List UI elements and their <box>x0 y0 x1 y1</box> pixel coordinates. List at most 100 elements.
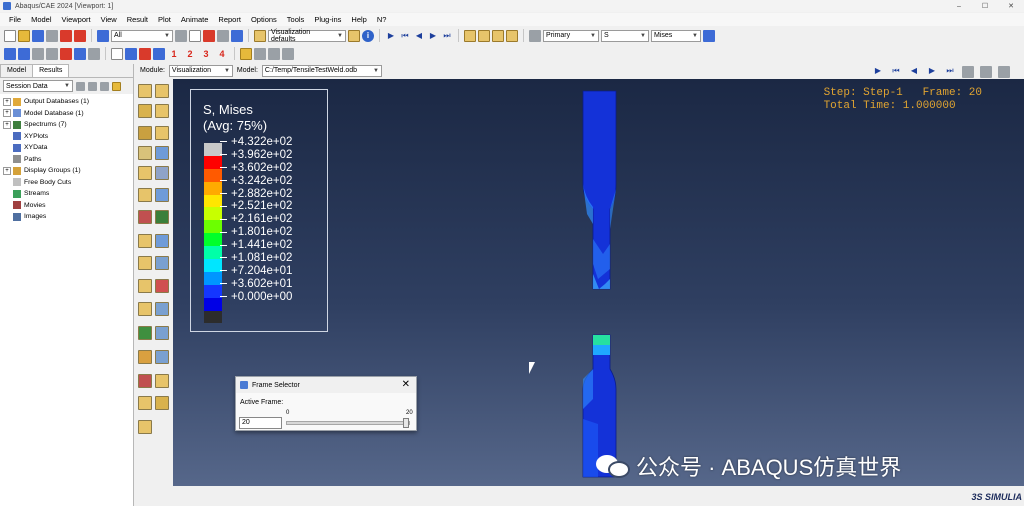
new-file-icon[interactable] <box>4 29 16 42</box>
menu-file[interactable]: File <box>4 15 26 24</box>
vp-next-frame-icon[interactable]: ▶ <box>926 66 938 78</box>
vp-play-icon[interactable]: ▶ <box>872 66 884 78</box>
menu-plugins[interactable]: Plug-ins <box>309 15 346 24</box>
menu-view[interactable]: View <box>96 15 122 24</box>
box-select-icon[interactable] <box>203 29 215 42</box>
view-defaults-combo[interactable]: Visualization defaults ▼ <box>268 29 346 43</box>
menu-result[interactable]: Result <box>122 15 153 24</box>
session-data-combo[interactable]: Session Data ▼ <box>3 80 73 92</box>
toolbox-tool-icon[interactable] <box>155 210 169 224</box>
expand-icon[interactable]: + <box>3 166 11 175</box>
csys-triad-icon[interactable] <box>125 47 137 60</box>
zoom-icon[interactable] <box>46 47 58 60</box>
tree-item[interactable]: Paths <box>0 154 133 166</box>
open-file-icon[interactable] <box>18 29 30 42</box>
toolbox-tool-icon[interactable] <box>155 396 169 410</box>
toolbox-tool-icon[interactable] <box>138 302 152 316</box>
active-frame-input[interactable]: 20 <box>239 417 282 429</box>
toolbox-tool-icon[interactable] <box>138 420 152 434</box>
toolbox-tool-icon[interactable] <box>155 234 169 248</box>
tab-model[interactable]: Model <box>0 64 34 77</box>
last-frame-icon[interactable]: ⏭ <box>441 31 453 41</box>
vp-first-frame-icon[interactable]: ⏮ <box>890 66 902 78</box>
toolbox-tool-icon[interactable] <box>138 126 152 140</box>
copy-icon[interactable] <box>189 29 201 42</box>
module-combo[interactable]: Visualization ▼ <box>168 64 233 77</box>
selection-filter-combo[interactable]: All ▼ <box>111 29 173 42</box>
toolbox-tool-icon[interactable] <box>155 279 169 293</box>
tree-item[interactable]: + Spectrums (7) <box>0 119 133 131</box>
cycle-views-icon[interactable] <box>88 47 100 60</box>
menu-model[interactable]: Model <box>26 15 56 24</box>
tab-results[interactable]: Results <box>32 64 70 77</box>
model-combo[interactable]: C:/Temp/TensileTestWeld.odb ▼ <box>261 64 382 77</box>
frame-slider[interactable] <box>286 418 410 428</box>
play-icon[interactable]: ▶ <box>385 31 397 40</box>
menu-plot[interactable]: Plot <box>153 15 176 24</box>
highlight-icon[interactable] <box>112 81 121 91</box>
menu-report[interactable]: Report <box>213 15 246 24</box>
close-icon[interactable]: ✕ <box>402 379 410 390</box>
box-zoom-icon[interactable] <box>60 47 72 60</box>
toolbox-tool-icon[interactable] <box>138 326 152 340</box>
whats-this-help-button[interactable]: N? <box>372 15 392 24</box>
expand-icon[interactable]: + <box>3 120 11 129</box>
toolbox-tool-icon[interactable] <box>155 104 169 118</box>
tree-item[interactable]: + Display Groups (1) <box>0 165 133 177</box>
minimize-button[interactable]: – <box>946 3 972 10</box>
rotate-icon[interactable] <box>18 47 30 60</box>
field-position-combo[interactable]: Primary ▼ <box>543 29 599 42</box>
refresh-icon[interactable] <box>703 29 715 42</box>
view-side-icon[interactable] <box>506 29 518 42</box>
vp-last-frame-icon[interactable]: ⏭ <box>944 66 956 78</box>
view-top-icon[interactable] <box>492 29 504 42</box>
frame-slider-thumb[interactable] <box>403 418 409 428</box>
render-icon[interactable] <box>139 47 151 60</box>
toolbox-tool-icon[interactable] <box>155 326 169 340</box>
stop-icon[interactable] <box>74 29 86 42</box>
toolbox-tool-icon[interactable] <box>138 210 152 224</box>
filter-icon[interactable] <box>76 81 85 91</box>
toolbox-tool-icon[interactable] <box>138 146 152 160</box>
tree-item[interactable]: Images <box>0 211 133 223</box>
toolbox-tool-icon[interactable] <box>138 84 152 98</box>
maximize-button[interactable]: ☐ <box>972 2 998 10</box>
menu-options[interactable]: Options <box>246 15 282 24</box>
toolbox-tool-icon[interactable] <box>155 84 169 98</box>
previous-frame-icon[interactable]: ◀ <box>413 31 425 40</box>
toolbox-tool-icon[interactable] <box>155 374 169 388</box>
menu-animate[interactable]: Animate <box>176 15 214 24</box>
tree-icon[interactable] <box>153 47 165 60</box>
csys-icon[interactable] <box>231 29 243 42</box>
view-3-button[interactable]: 3 <box>199 49 213 59</box>
tree-item[interactable]: XYPlots <box>0 131 133 143</box>
menu-viewport[interactable]: Viewport <box>57 15 96 24</box>
job-submit-icon[interactable] <box>60 29 72 42</box>
view-defaults-icon[interactable] <box>254 29 266 42</box>
tree-item[interactable]: Free Body Cuts <box>0 177 133 189</box>
view-iso-icon[interactable] <box>464 29 476 42</box>
tree-item[interactable]: Movies <box>0 200 133 212</box>
menu-tools[interactable]: Tools <box>282 15 310 24</box>
toolbox-tool-icon[interactable] <box>155 146 169 160</box>
first-frame-icon[interactable]: ⏮ <box>399 31 411 41</box>
toolbox-tool-icon[interactable] <box>155 302 169 316</box>
next-frame-icon[interactable]: ▶ <box>427 31 439 40</box>
toolbox-tool-icon[interactable] <box>138 396 152 410</box>
save-icon[interactable] <box>32 29 44 42</box>
tree-item[interactable]: XYData <box>0 142 133 154</box>
toolbox-tool-icon[interactable] <box>155 256 169 270</box>
snapshot-icon[interactable] <box>998 66 1010 78</box>
toolbox-tool-icon[interactable] <box>155 188 169 202</box>
query-icon[interactable] <box>217 29 229 42</box>
collapse-all-icon[interactable] <box>100 81 109 91</box>
select-cursor-icon[interactable] <box>97 29 109 42</box>
field-output-icon[interactable] <box>529 29 541 42</box>
toolbox-tool-icon[interactable] <box>138 166 152 180</box>
animation-options-icon[interactable] <box>962 66 974 78</box>
toolbox-tool-icon[interactable] <box>138 104 152 118</box>
view-4-button[interactable]: 4 <box>215 49 229 59</box>
display-group-icon[interactable] <box>240 47 252 60</box>
toolbox-tool-icon[interactable] <box>155 350 169 364</box>
close-window-button[interactable]: ✕ <box>998 2 1024 10</box>
